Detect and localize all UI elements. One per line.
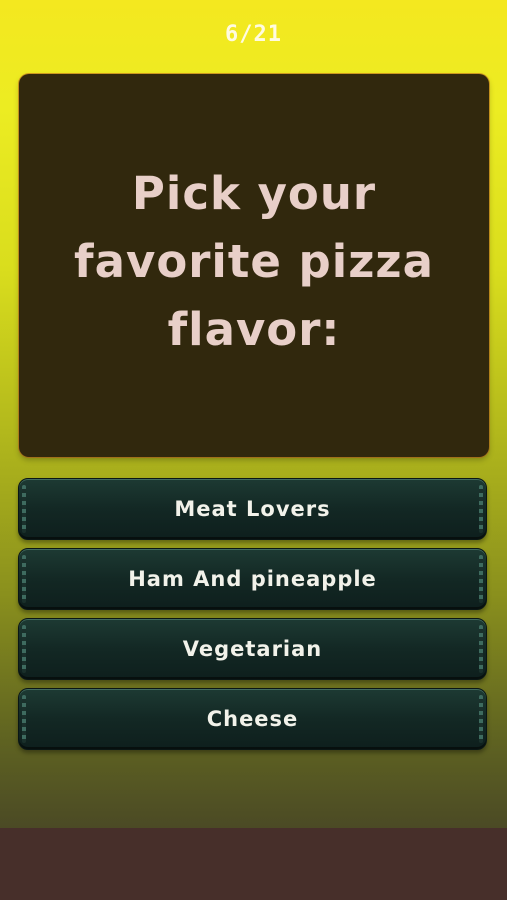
answer-label: Vegetarian: [182, 637, 323, 661]
answer-label: Ham And pineapple: [128, 567, 377, 591]
answer-button-cheese[interactable]: Cheese: [18, 688, 487, 750]
question-progress-counter: 6/21: [225, 22, 282, 47]
answer-button-vegetarian[interactable]: Vegetarian: [18, 618, 487, 680]
answer-button-ham-and-pineapple[interactable]: Ham And pineapple: [18, 548, 487, 610]
answer-list: Meat Lovers Ham And pineapple Vegetarian…: [18, 478, 487, 758]
answer-button-meat-lovers[interactable]: Meat Lovers: [18, 478, 487, 540]
answer-label: Cheese: [206, 707, 299, 731]
bottom-band: [0, 828, 507, 900]
answer-label: Meat Lovers: [174, 497, 331, 521]
question-card: Pick your favorite pizza flavor:: [19, 74, 489, 457]
question-text: Pick your favorite pizza flavor:: [74, 166, 434, 356]
